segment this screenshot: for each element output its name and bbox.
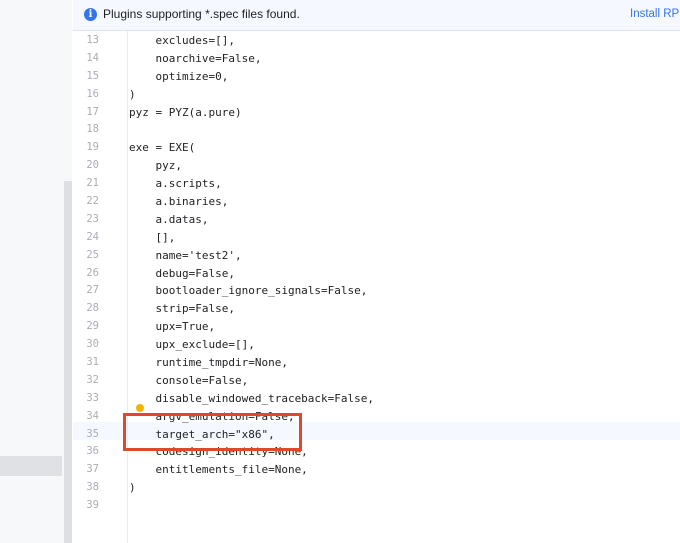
code-line: 22 a.binaries, xyxy=(73,193,680,211)
project-tree-selected-item[interactable] xyxy=(0,456,62,476)
line-number: 27 xyxy=(86,284,99,297)
line-text[interactable]: entitlements_file=None, xyxy=(129,461,307,479)
line-text[interactable]: optimize=0, xyxy=(129,68,228,86)
line-number: 35 xyxy=(86,427,99,440)
code-line: 38) xyxy=(73,479,680,497)
project-panel-scrollbar[interactable] xyxy=(64,181,72,543)
line-text[interactable]: name='test2', xyxy=(129,247,241,265)
code-line: 17 pyz = PYZ(a.pure) xyxy=(73,104,680,122)
code-line: 26 debug=False, xyxy=(73,265,680,283)
line-number: 19 xyxy=(86,141,99,154)
code-line: 18 xyxy=(73,121,680,139)
code-line: 28 strip=False, xyxy=(73,300,680,318)
line-number: 24 xyxy=(86,230,99,243)
line-text[interactable]: upx_exclude=[], xyxy=(129,336,254,354)
line-text[interactable]: runtime_tmpdir=None, xyxy=(129,354,287,372)
line-number: 23 xyxy=(86,212,99,225)
code-line: 32 console=False, xyxy=(73,372,680,390)
line-number: 21 xyxy=(86,177,99,190)
line-number: 29 xyxy=(86,320,99,333)
line-text[interactable]: ) xyxy=(129,479,136,497)
banner-message: Plugins supporting *.spec files found. xyxy=(103,7,300,21)
code-line: 19 exe = EXE( xyxy=(73,139,680,157)
line-text[interactable]: a.scripts, xyxy=(129,175,221,193)
line-number: 36 xyxy=(86,445,99,458)
lightbulb-icon[interactable] xyxy=(136,404,144,412)
code-line: 14 noarchive=False, xyxy=(73,50,680,68)
line-number: 22 xyxy=(86,195,99,208)
code-line: 24 [], xyxy=(73,229,680,247)
line-number: 38 xyxy=(86,481,99,494)
line-text[interactable]: a.datas, xyxy=(129,211,208,229)
line-number: 18 xyxy=(86,123,99,136)
code-line: 13 excludes=[], xyxy=(73,32,680,50)
line-text[interactable]: a.binaries, xyxy=(129,193,228,211)
code-line: 23 a.datas, xyxy=(73,211,680,229)
line-number: 16 xyxy=(86,87,99,100)
project-panel xyxy=(0,0,72,543)
code-line: 29 upx=True, xyxy=(73,318,680,336)
plugin-notification-banner: i Plugins supporting *.spec files found.… xyxy=(73,0,680,31)
code-line: 16) xyxy=(73,86,680,104)
code-line: 37 entitlements_file=None, xyxy=(73,461,680,479)
code-line: 30 upx_exclude=[], xyxy=(73,336,680,354)
code-line: 21 a.scripts, xyxy=(73,175,680,193)
line-text[interactable]: strip=False, xyxy=(129,300,234,318)
code-line: 27 bootloader_ignore_signals=False, xyxy=(73,282,680,300)
line-number: 26 xyxy=(86,266,99,279)
code-line: 25 name='test2', xyxy=(73,247,680,265)
line-number: 30 xyxy=(86,338,99,351)
line-text[interactable]: console=False, xyxy=(129,372,248,390)
code-line: 39 xyxy=(73,497,680,515)
line-number: 13 xyxy=(86,34,99,46)
line-text[interactable]: pyz, xyxy=(129,157,182,175)
annotation-highlight-box xyxy=(123,413,302,451)
line-text[interactable]: ) xyxy=(129,86,136,104)
line-number: 15 xyxy=(86,69,99,82)
line-text[interactable]: debug=False, xyxy=(129,265,234,283)
line-text[interactable]: noarchive=False, xyxy=(129,50,261,68)
line-number: 14 xyxy=(86,51,99,64)
code-line: 15 optimize=0, xyxy=(73,68,680,86)
line-text[interactable]: excludes=[], xyxy=(129,32,234,50)
code-line: 31 runtime_tmpdir=None, xyxy=(73,354,680,372)
line-text[interactable]: exe = EXE( xyxy=(129,139,195,157)
code-editor[interactable]: 13 excludes=[], 14 noarchive=False, 15 o… xyxy=(73,31,680,543)
line-text[interactable]: disable_windowed_traceback=False, xyxy=(129,390,374,408)
line-number: 37 xyxy=(86,463,99,476)
line-text[interactable]: upx=True, xyxy=(129,318,215,336)
code-line: 20 pyz, xyxy=(73,157,680,175)
line-number: 31 xyxy=(86,356,99,369)
line-text[interactable]: bootloader_ignore_signals=False, xyxy=(129,282,367,300)
line-number: 28 xyxy=(86,302,99,315)
code-line: 33 disable_windowed_traceback=False, xyxy=(73,390,680,408)
info-icon: i xyxy=(84,8,97,21)
line-number: 20 xyxy=(86,159,99,172)
line-number: 33 xyxy=(86,391,99,404)
line-text[interactable]: pyz = PYZ(a.pure) xyxy=(129,104,242,122)
line-number: 39 xyxy=(86,499,99,512)
line-text[interactable]: [], xyxy=(129,229,175,247)
line-number: 25 xyxy=(86,248,99,261)
line-number: 17 xyxy=(86,105,99,118)
install-plugin-link[interactable]: Install RPM xyxy=(630,8,680,20)
line-number: 32 xyxy=(86,373,99,386)
line-number: 34 xyxy=(86,409,99,422)
